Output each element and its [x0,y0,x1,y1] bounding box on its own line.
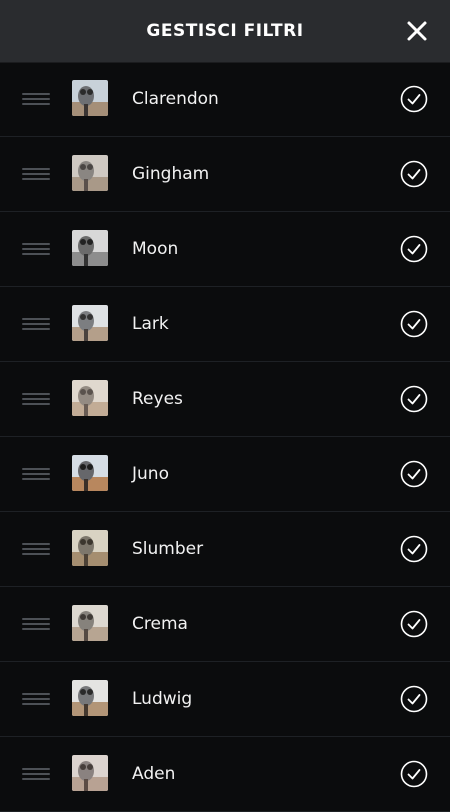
filter-label: Clarendon [132,89,219,109]
drag-handle-icon[interactable] [22,618,50,632]
filter-label: Crema [132,614,188,634]
page-title: GESTISCI FILTRI [146,21,304,41]
close-button[interactable] [400,14,434,48]
filter-label: Moon [132,239,179,259]
drag-handle-icon[interactable] [22,93,50,107]
drag-handle-icon[interactable] [22,243,50,257]
check-circle-icon [400,160,428,188]
drag-handle-icon[interactable] [22,693,50,707]
check-toggle[interactable] [400,685,428,713]
filter-thumbnail [72,530,108,566]
check-circle-icon [400,385,428,413]
check-toggle[interactable] [400,310,428,338]
filter-row-aden[interactable]: Aden [0,737,450,812]
filter-row-ludwig[interactable]: Ludwig [0,662,450,737]
filter-row-clarendon[interactable]: Clarendon [0,62,450,137]
filter-row-lark[interactable]: Lark [0,287,450,362]
drag-handle-icon[interactable] [22,543,50,557]
filter-thumbnail [72,80,108,116]
check-circle-icon [400,85,428,113]
check-toggle[interactable] [400,85,428,113]
filter-thumbnail [72,380,108,416]
check-circle-icon [400,535,428,563]
check-circle-icon [400,235,428,263]
filter-row-slumber[interactable]: Slumber [0,512,450,587]
filter-thumbnail [72,305,108,341]
filter-row-crema[interactable]: Crema [0,587,450,662]
close-icon [407,21,427,41]
check-toggle[interactable] [400,160,428,188]
drag-handle-icon[interactable] [22,168,50,182]
filter-row-gingham[interactable]: Gingham [0,137,450,212]
check-circle-icon [400,610,428,638]
filter-label: Gingham [132,164,210,184]
filter-row-moon[interactable]: Moon [0,212,450,287]
filter-label: Slumber [132,539,204,559]
filters-list: Clarendon Gingham Moon Lark Reyes Juno S… [0,62,450,812]
check-toggle[interactable] [400,610,428,638]
check-toggle[interactable] [400,235,428,263]
filter-thumbnail [72,680,108,716]
check-circle-icon [400,310,428,338]
drag-handle-icon[interactable] [22,318,50,332]
filter-label: Lark [132,314,169,334]
header-bar: GESTISCI FILTRI [0,0,450,63]
check-toggle[interactable] [400,385,428,413]
filter-thumbnail [72,230,108,266]
drag-handle-icon[interactable] [22,468,50,482]
filter-label: Juno [132,464,169,484]
drag-handle-icon[interactable] [22,768,50,782]
drag-handle-icon[interactable] [22,393,50,407]
check-toggle[interactable] [400,760,428,788]
filter-thumbnail [72,755,108,791]
filter-label: Reyes [132,389,183,409]
check-circle-icon [400,685,428,713]
filter-thumbnail [72,455,108,491]
check-toggle[interactable] [400,460,428,488]
check-toggle[interactable] [400,535,428,563]
filter-thumbnail [72,155,108,191]
filter-row-reyes[interactable]: Reyes [0,362,450,437]
filter-label: Ludwig [132,689,193,709]
check-circle-icon [400,760,428,788]
check-circle-icon [400,460,428,488]
filter-thumbnail [72,605,108,641]
filter-row-juno[interactable]: Juno [0,437,450,512]
